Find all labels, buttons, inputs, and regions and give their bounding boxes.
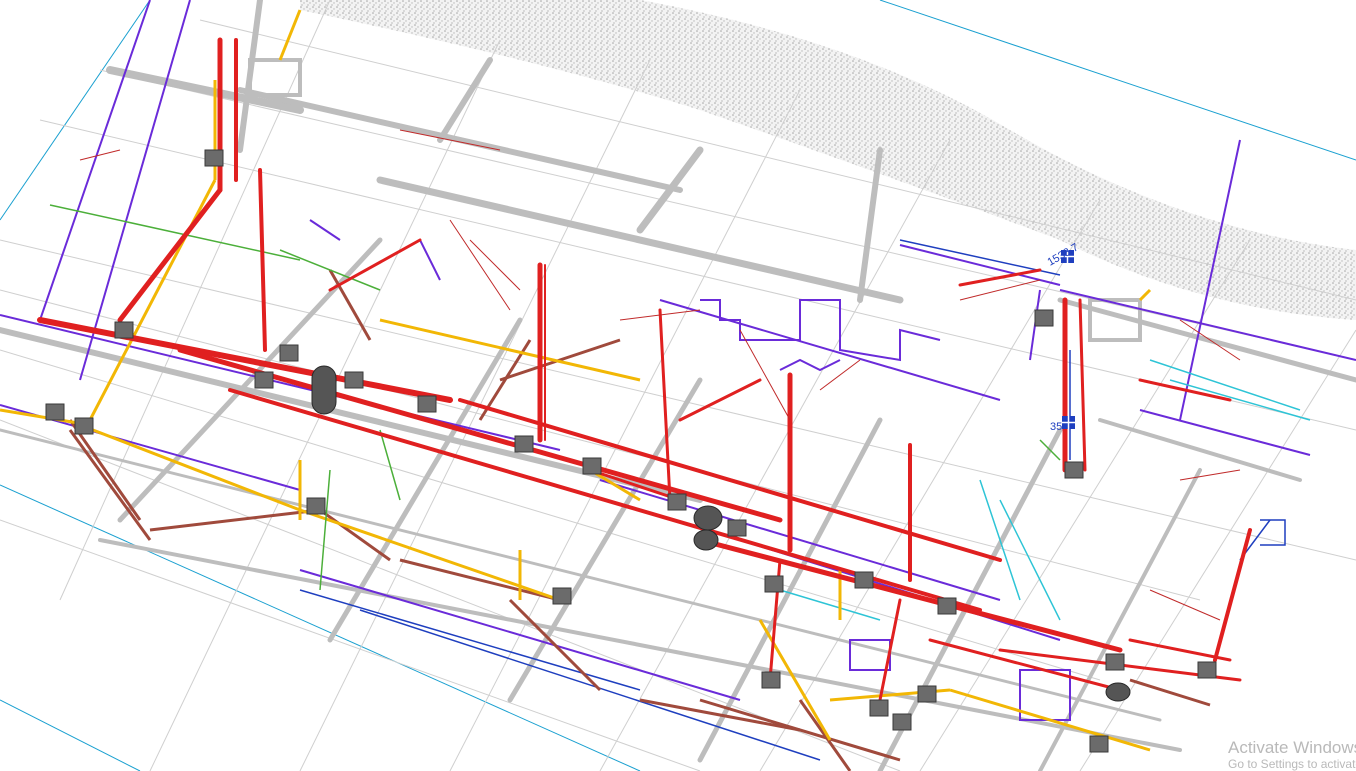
- elevation-label-lower: 35: [1050, 421, 1062, 433]
- mep-model-canvas[interactable]: 1538.7 35: [0, 0, 1356, 771]
- watermark-title: Activate Windows: [1228, 738, 1356, 757]
- 3d-model-viewport[interactable]: 1538.7 35 Activate Windows Go to Setting…: [0, 0, 1356, 771]
- activate-windows-watermark: Activate Windows Go to Settings to activ…: [1228, 738, 1356, 771]
- elevation-tag-upper[interactable]: 1538.7: [1046, 241, 1081, 268]
- electrical-conduits: [0, 0, 1356, 721]
- watermark-subtitle: Go to Settings to activate Windows.: [1228, 757, 1356, 771]
- drainage-lines: [68, 269, 1211, 771]
- architectural-grid: [0, 0, 1356, 771]
- elevation-label-upper: 1538.7: [1046, 241, 1081, 268]
- fire-sprinkler-mains: [37, 37, 1252, 702]
- hatch-pattern-band: [300, 0, 1356, 320]
